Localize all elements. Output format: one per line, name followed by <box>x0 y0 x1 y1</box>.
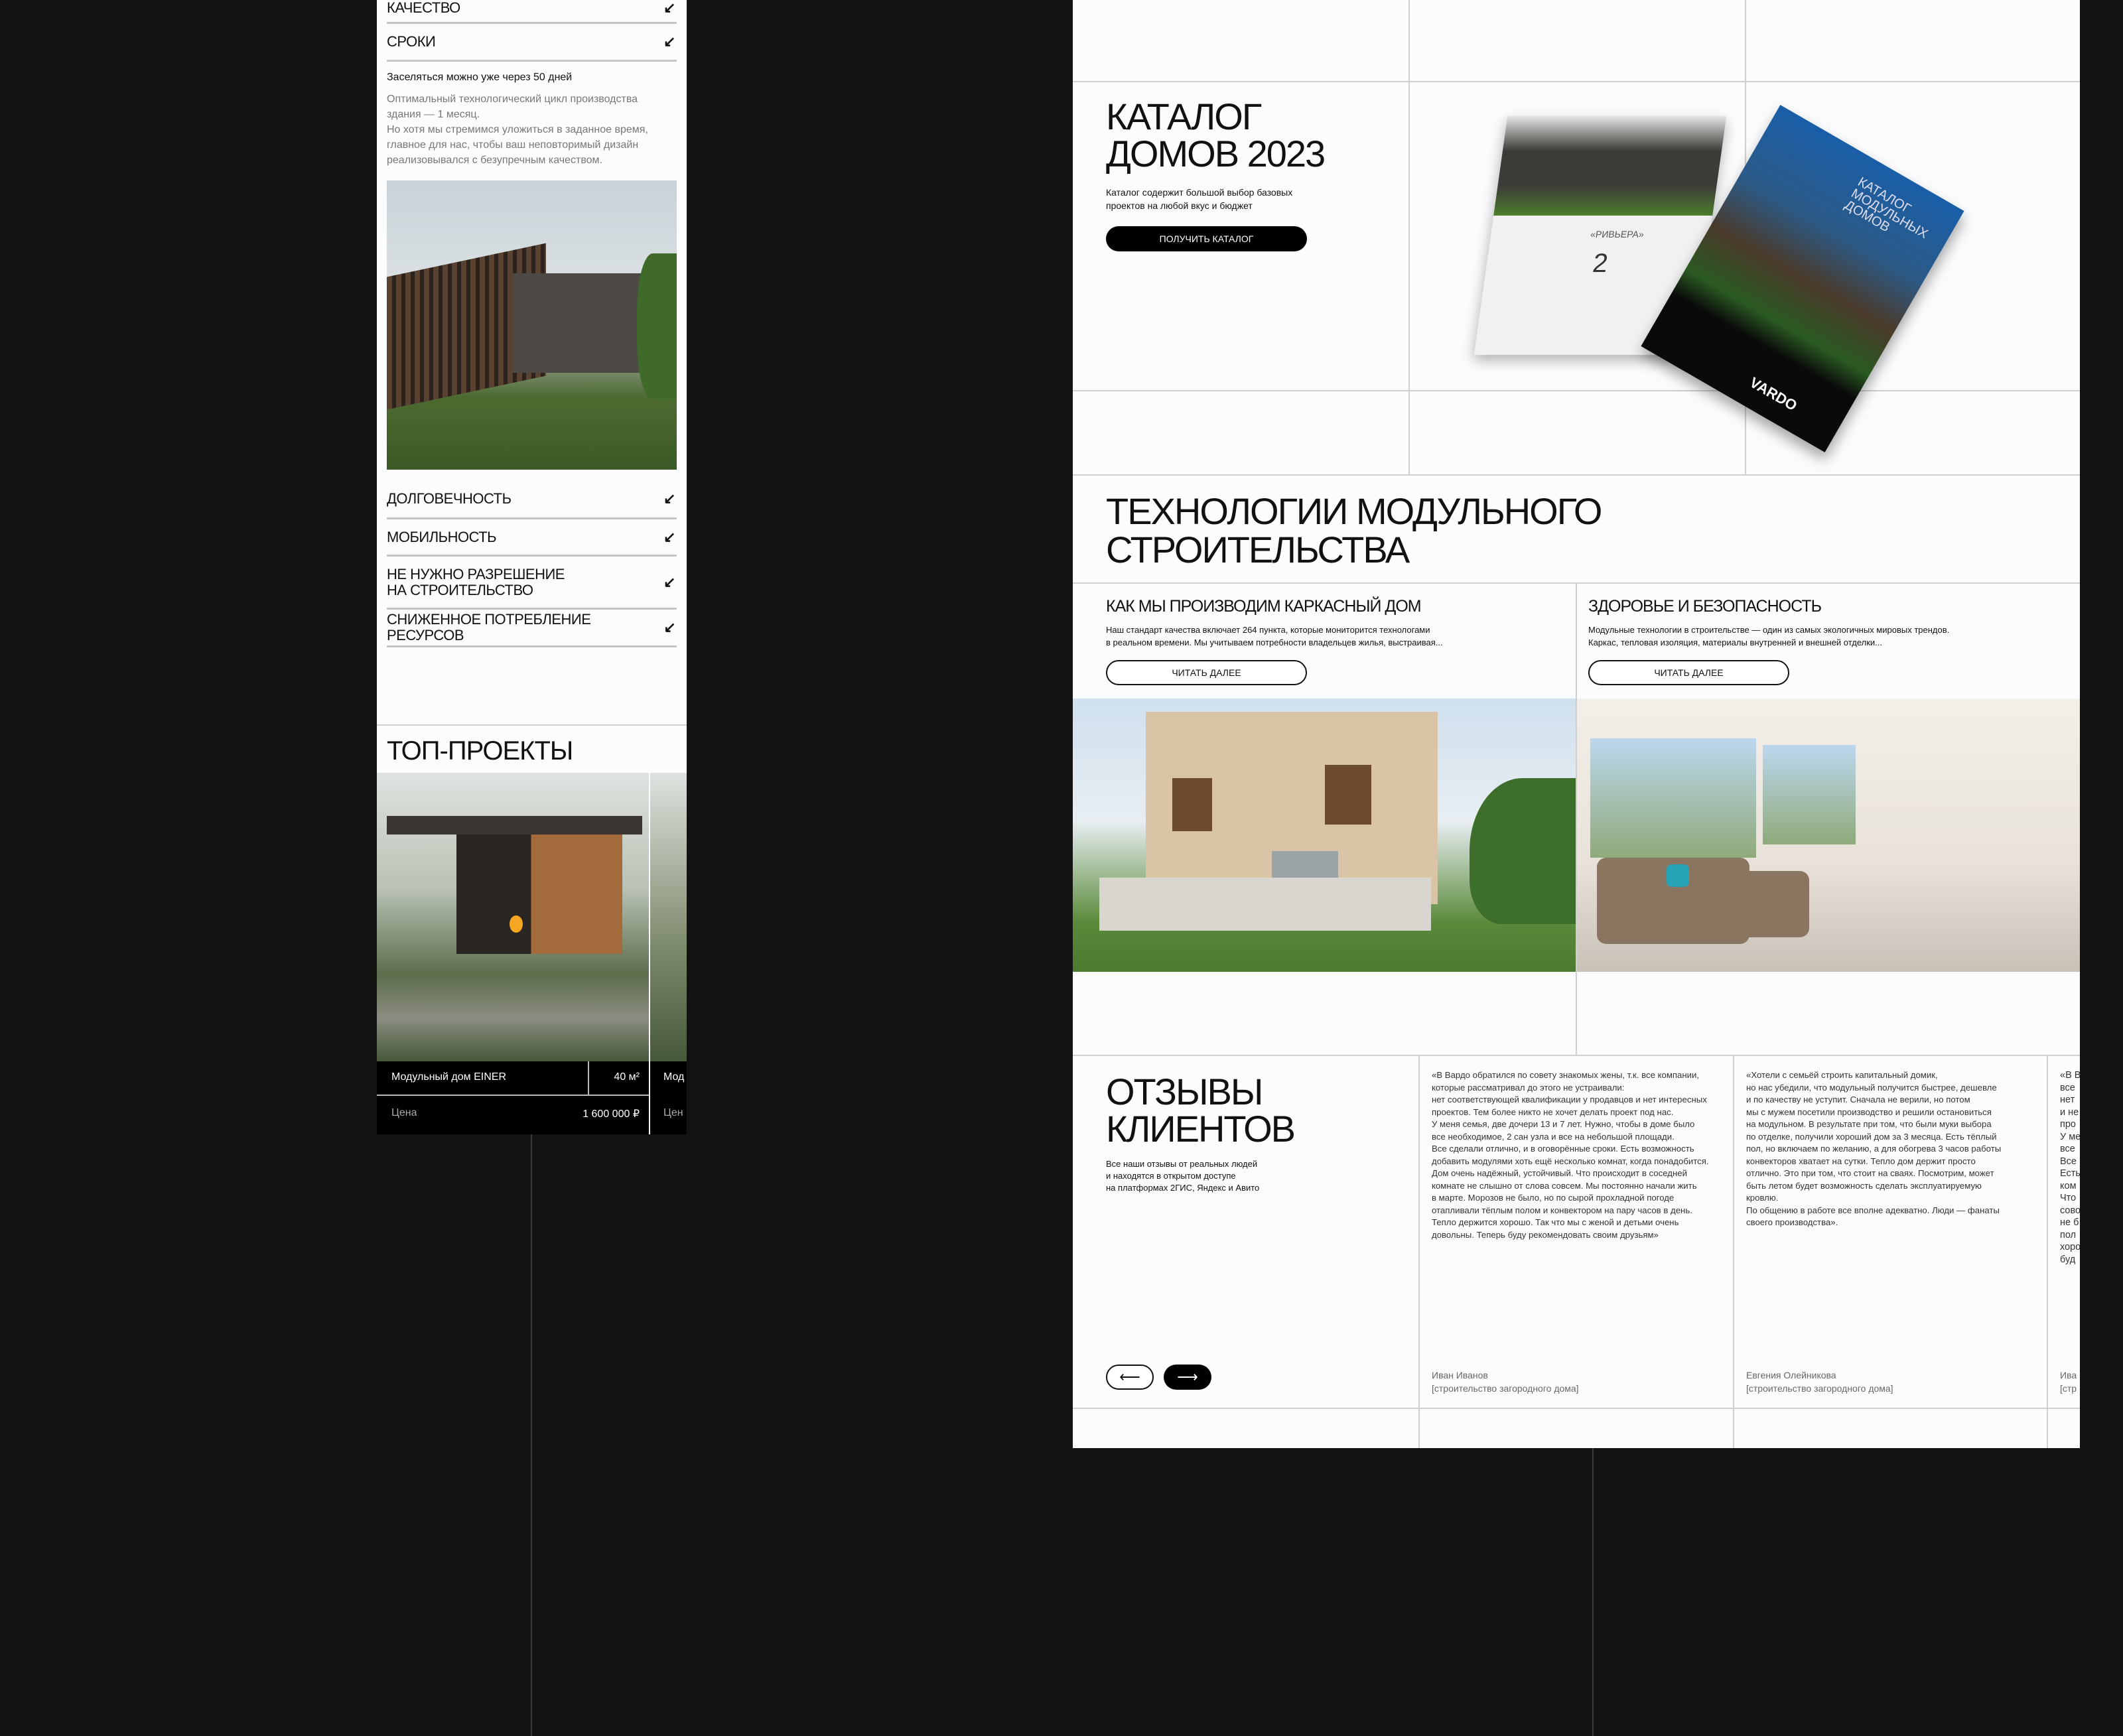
catalog-title: КАТАЛОГ ДОМОВ 2023 <box>1106 96 1326 174</box>
project-card-einer[interactable]: Модульный дом EINER 40 м² Цена 1 600 000… <box>377 773 649 1134</box>
arrow-down-left-icon: ↙ <box>663 490 675 507</box>
book-page-number: 2 <box>1591 249 1610 278</box>
project-price: 1 600 000 ₽ <box>582 1108 640 1120</box>
project-card-2[interactable]: Мод Цен <box>650 773 687 1134</box>
read-more-button[interactable]: ЧИТАТЬ ДАЛЕЕ <box>1588 660 1789 685</box>
accordion-item-quality[interactable]: КАЧЕСТВО ↙ <box>387 0 677 24</box>
tech-card-title: ЗДОРОВЬЕ И БЕЗОПАСНОСТЬ <box>1588 597 1822 616</box>
living-room-photo <box>1577 699 2080 972</box>
accordion-item-mobility[interactable]: МОБИЛЬНОСТЬ ↙ <box>387 519 677 557</box>
vardo-logo: VARDO <box>1747 373 1801 415</box>
accordion-item-durability[interactable]: ДОЛГОВЕЧНОСТЬ ↙ <box>387 480 677 519</box>
house-photo <box>387 180 677 470</box>
arrow-down-left-icon: ↙ <box>663 573 675 590</box>
accordion-label: ДОЛГОВЕЧНОСТЬ <box>387 490 512 507</box>
accordion-label: МОБИЛЬНОСТЬ <box>387 528 497 545</box>
guide-line <box>1592 1448 1594 1736</box>
accordion-label: НЕ НУЖНО РАЗРЕШЕНИЕ НА СТРОИТЕЛЬСТВО <box>387 565 565 598</box>
accordion-item-no-permit[interactable]: НЕ НУЖНО РАЗРЕШЕНИЕ НА СТРОИТЕЛЬСТВО ↙ <box>387 557 677 610</box>
arrow-down-left-icon: ↙ <box>663 619 676 635</box>
tech-card-text: Наш стандарт качества включает 264 пункт… <box>1106 625 1443 647</box>
cover-title: КАТАЛОГ МОДУЛЬНЫХ ДОМОВ <box>1842 174 1931 242</box>
arrow-left-icon: ⟵ <box>1119 1369 1140 1385</box>
author-tag: [стр <box>2060 1383 2077 1394</box>
get-catalog-button[interactable]: ПОЛУЧИТЬ КАТАЛОГ <box>1106 226 1307 251</box>
review-author: Ива [стр <box>2060 1369 2080 1395</box>
divider <box>377 724 687 726</box>
arrow-down-left-icon: ↙ <box>663 0 675 16</box>
project-photo <box>377 773 649 1061</box>
price-label: Цена <box>391 1107 417 1118</box>
guide-line <box>531 1134 532 1736</box>
catalog-title-line: ДОМОВ 2023 <box>1106 133 1326 174</box>
review-text: «Хотели с семьёй строить капитальный дом… <box>1746 1070 2002 1227</box>
accordion-lead: Заселяться можно уже через 50 дней <box>387 72 573 83</box>
accordion-label: СРОКИ <box>387 33 436 50</box>
project-name: Мод <box>663 1071 685 1083</box>
house-exterior-photo <box>1073 699 1576 972</box>
accordion-item-terms[interactable]: СРОКИ ↙ <box>387 24 677 62</box>
catalog-title-line: КАТАЛОГ <box>1106 96 1262 137</box>
accordion-item-resources[interactable]: СНИЖЕННОЕ ПОТРЕБЛЕНИЕ РЕСУРСОВ ↙ <box>387 610 677 647</box>
accordion-label: СНИЖЕННОЕ ПОТРЕБЛЕНИЕ РЕСУРСОВ <box>387 611 591 643</box>
review-author: Иван Иванов [строительство загородного до… <box>1432 1369 1579 1395</box>
tech-card-text: Модульные технологии в строительстве — о… <box>1588 625 1950 647</box>
prev-review-button[interactable]: ⟵ <box>1106 1365 1154 1390</box>
arrow-right-icon: ⟶ <box>1177 1369 1198 1385</box>
accordion-text: Оптимальный технологический цикл произво… <box>387 94 648 166</box>
next-review-button[interactable]: ⟶ <box>1164 1365 1211 1390</box>
review-text: «В Вардо обратился по совету знакомых же… <box>1432 1070 1709 1240</box>
project-name: Модульный дом EINER <box>377 1061 589 1095</box>
author-name: Ива <box>2060 1370 2077 1380</box>
mobile-page: КАЧЕСТВО ↙ СРОКИ ↙ Заселяться можно уже … <box>377 0 687 1134</box>
arrow-down-left-icon: ↙ <box>663 33 675 50</box>
review-text: «В В все нет и не про У ме все Все Есть … <box>2060 1070 2080 1265</box>
reviews-subtitle: Все наши отзывы от реальных людей и нахо… <box>1106 1159 1260 1193</box>
author-name: Иван Иванов <box>1432 1370 1488 1380</box>
author-name: Евгения Олейникова <box>1746 1370 1836 1380</box>
book-page-title: «РИВЬЕРА» <box>1590 229 1645 239</box>
price-label: Цен <box>663 1107 683 1118</box>
review-author: Евгения Олейникова [строительство загород… <box>1746 1369 1893 1395</box>
author-tag: [строительство загородного дома] <box>1432 1383 1579 1394</box>
catalog-subtitle: Каталог содержит большой выбор базовых п… <box>1106 187 1293 211</box>
accordion-label: КАЧЕСТВО <box>387 0 460 16</box>
reviews-title: ОТЗЫВЫ КЛИЕНТОВ <box>1106 1071 1296 1150</box>
read-more-button[interactable]: ЧИТАТЬ ДАЛЕЕ <box>1106 660 1307 685</box>
project-area: 40 м² <box>614 1071 640 1083</box>
arrow-down-left-icon: ↙ <box>663 528 675 545</box>
top-projects-title: ТОП-ПРОЕКТЫ <box>387 736 573 766</box>
tech-card-title: КАК МЫ ПРОИЗВОДИМ КАРКАСНЫЙ ДОМ <box>1106 597 1422 616</box>
tech-title: ТЕХНОЛОГИИ МОДУЛЬНОГО СТРОИТЕЛЬСТВА <box>1106 490 1602 570</box>
author-tag: [строительство загородного дома] <box>1746 1383 1893 1394</box>
desktop-page: КАТАЛОГ ДОМОВ 2023 Каталог содержит боль… <box>1073 0 2080 1448</box>
